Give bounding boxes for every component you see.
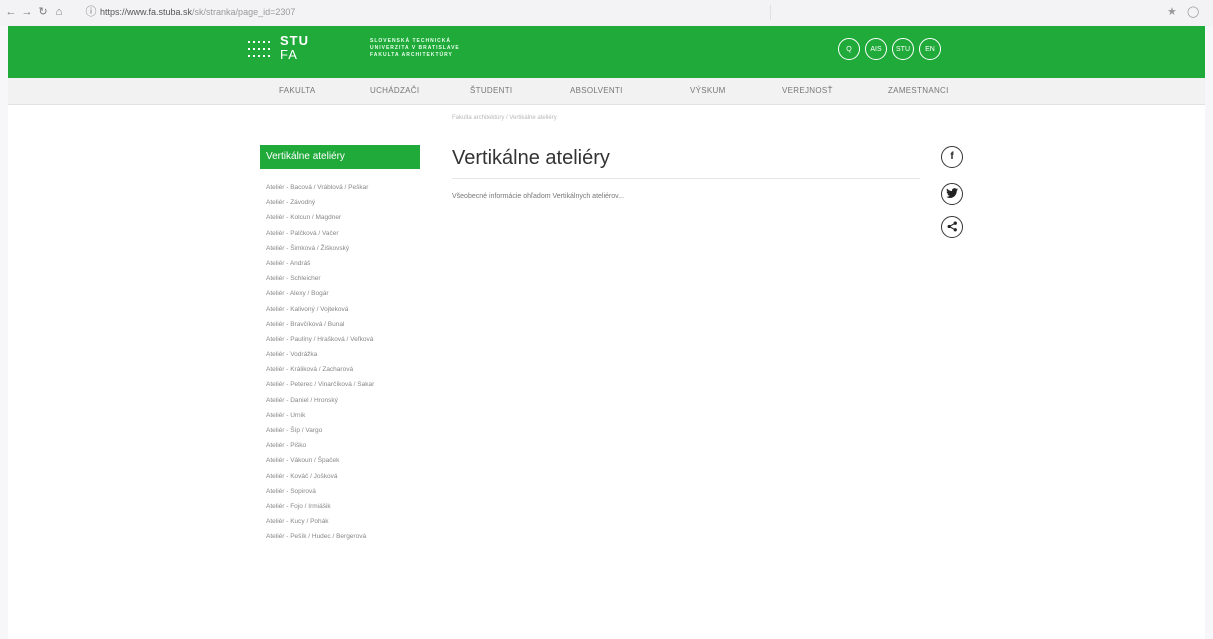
main-navigation: FAKULTA UCHÁDZAČI ŠTUDENTI ABSOLVENTI VÝ…: [8, 78, 1205, 105]
sidebar-item[interactable]: Ateliér - Peterec / Vinarčíková / Sakar: [266, 377, 374, 392]
sidebar-item[interactable]: Ateliér - Králiková / Zacharová: [266, 362, 374, 377]
bookmark-star-icon[interactable]: ★: [1167, 5, 1177, 18]
sidebar-item[interactable]: Ateliér - Závodný: [266, 195, 374, 210]
sidebar-item[interactable]: Ateliér - Pešík / Hudec / Bergerová: [266, 529, 374, 544]
logo-stu[interactable]: STU: [280, 34, 309, 47]
twitter-share-icon[interactable]: [941, 183, 963, 205]
sidebar-item[interactable]: Ateliér - Kolcun / Magdner: [266, 210, 374, 225]
sidebar-item[interactable]: Ateliér - Bravčíková / Bunal: [266, 317, 374, 332]
sidebar-item[interactable]: Ateliér - Vákoun / Špaček: [266, 453, 374, 468]
extension-icon[interactable]: ◯: [1187, 5, 1199, 18]
nav-item-absolventi[interactable]: ABSOLVENTI: [570, 86, 623, 95]
sidebar-item[interactable]: Ateliér - Daniel / Hronský: [266, 393, 374, 408]
nav-item-verejnost[interactable]: VEREJNOSŤ: [782, 86, 833, 95]
page-margin-right: [1205, 26, 1213, 639]
language-button[interactable]: EN: [919, 38, 941, 60]
facebook-share-icon[interactable]: f: [941, 146, 963, 168]
logo-line: SLOVENSKÁ TECHNICKÁ: [370, 38, 451, 44]
stu-logo-dots-icon[interactable]: [248, 39, 274, 61]
sidebar-list: Ateliér - Bacová / Vráblová / Peškar Ate…: [266, 180, 374, 545]
logo-fa[interactable]: FA: [280, 48, 298, 61]
stu-button[interactable]: STU: [892, 38, 914, 60]
toolbar-separator: [770, 5, 1021, 20]
nav-item-zamestnanci[interactable]: ZAMESTNANCI: [888, 86, 949, 95]
page-title: Vertikálne ateliéry: [452, 147, 610, 169]
sidebar-item[interactable]: Ateliér - Andráš: [266, 256, 374, 271]
sidebar-item[interactable]: Ateliér - Vodrážka: [266, 347, 374, 362]
lock-icon: ⓘ: [85, 6, 97, 18]
sidebar-item[interactable]: Ateliér - Bacová / Vráblová / Peškar: [266, 180, 374, 195]
url-path: /sk/stranka/page_id=2307: [192, 7, 296, 17]
sidebar-item[interactable]: Ateliér - Kucy / Pohák: [266, 514, 374, 529]
sidebar-item[interactable]: Ateliér - Šíp / Vargo: [266, 423, 374, 438]
nav-item-studenti[interactable]: ŠTUDENTI: [470, 86, 512, 95]
reload-icon[interactable]: ↻: [36, 5, 50, 19]
sidebar-item[interactable]: Ateliér - Paulíny / Hrašková / Veľková: [266, 332, 374, 347]
browser-toolbar: ← → ↻ ⌂ ⓘ https://www.fa.stuba.sk/sk/str…: [0, 0, 1213, 27]
address-bar[interactable]: https://www.fa.stuba.sk/sk/stranka/page_…: [100, 5, 760, 20]
sidebar-item[interactable]: Ateliér - Schleicher: [266, 271, 374, 286]
sidebar-item[interactable]: Ateliér - Sopirová: [266, 484, 374, 499]
sidebar-item[interactable]: Ateliér - Alexy / Bogár: [266, 286, 374, 301]
forward-icon[interactable]: →: [20, 5, 34, 19]
share-icon[interactable]: [941, 216, 963, 238]
page-margin-left: [0, 26, 8, 639]
site-header: STU FA SLOVENSKÁ TECHNICKÁ UNIVERZITA V …: [8, 26, 1205, 78]
sidebar-item[interactable]: Ateliér - Urnik: [266, 408, 374, 423]
sidebar-item[interactable]: Ateliér - Šimková / Žiškovský: [266, 241, 374, 256]
nav-item-fakulta[interactable]: FAKULTA: [279, 86, 315, 95]
sidebar-item[interactable]: Ateliér - Palčková / Vačer: [266, 226, 374, 241]
twitter-bird-icon: [946, 188, 958, 198]
sidebar-item[interactable]: Ateliér - Piško: [266, 438, 374, 453]
breadcrumb[interactable]: Fakulta architektúry / Vertikálne atelié…: [452, 115, 557, 121]
search-icon[interactable]: Q: [838, 38, 860, 60]
share-nodes-icon: [947, 221, 957, 232]
sidebar-item[interactable]: Ateliér - Fojo / Irmiášik: [266, 499, 374, 514]
logo-university-name: SLOVENSKÁ TECHNICKÁ UNIVERZITA V BRATISL…: [370, 38, 530, 59]
home-icon[interactable]: ⌂: [52, 5, 66, 19]
intro-text: Všeobecné informácie ohľadom Vertikálnyc…: [452, 193, 624, 200]
logo-line: UNIVERZITA V BRATISLAVE: [370, 45, 460, 51]
logo-line: FAKULTA ARCHITEKTÚRY: [370, 52, 453, 58]
sidebar-item[interactable]: Ateliér - Kováč / Jošková: [266, 469, 374, 484]
nav-item-vyskum[interactable]: VÝSKUM: [690, 86, 726, 95]
ais-button[interactable]: AIS: [865, 38, 887, 60]
sidebar-title[interactable]: Vertikálne ateliéry: [260, 145, 420, 169]
url-host: https://www.fa.stuba.sk: [100, 7, 193, 17]
nav-item-uchadzaci[interactable]: UCHÁDZAČI: [370, 86, 419, 95]
back-icon[interactable]: ←: [4, 5, 18, 19]
sidebar-item[interactable]: Ateliér - Kalivoný / Vojteková: [266, 302, 374, 317]
title-divider: [452, 178, 920, 179]
